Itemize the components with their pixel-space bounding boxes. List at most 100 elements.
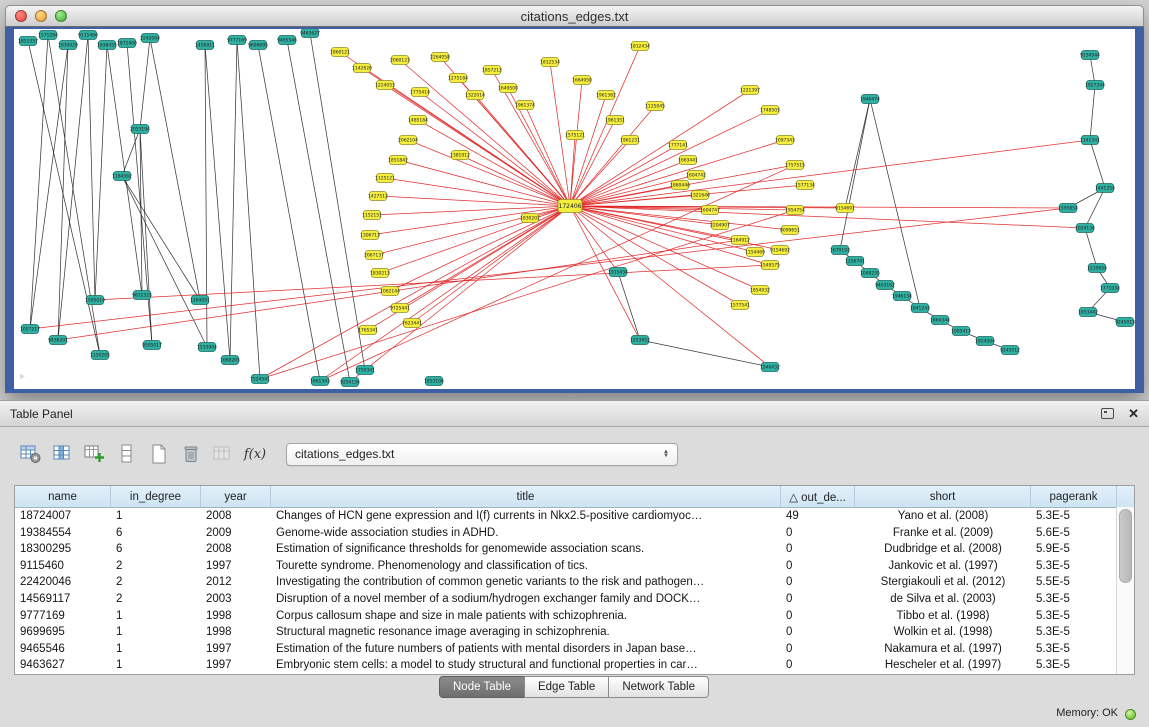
table-cell[interactable]: 5.6E-5: [1031, 525, 1117, 542]
graph-node[interactable]: [832, 246, 849, 255]
graph-node[interactable]: [484, 66, 501, 75]
graph-node[interactable]: [787, 161, 804, 170]
table-row[interactable]: 1872400712008Changes of HCN gene express…: [15, 508, 1134, 525]
graph-node[interactable]: [142, 34, 159, 43]
table-cell[interactable]: 9115460: [15, 558, 111, 575]
table-cell[interactable]: 1: [111, 624, 201, 641]
graph-node[interactable]: [787, 206, 804, 215]
table-cell[interactable]: 5.3E-5: [1031, 558, 1117, 575]
graph-node[interactable]: [1060, 204, 1077, 213]
table-cell[interactable]: 2: [111, 558, 201, 575]
graph-node[interactable]: [632, 336, 649, 345]
graph-node[interactable]: [1082, 51, 1099, 60]
graph-node[interactable]: [362, 231, 379, 240]
graph-node[interactable]: [87, 296, 104, 305]
graph-node[interactable]: [450, 74, 467, 83]
graph-node[interactable]: [60, 41, 77, 50]
table-cell[interactable]: 18724007: [15, 508, 111, 525]
table-cell[interactable]: Wolkin et al. (1998): [855, 624, 1031, 641]
graph-node[interactable]: [1097, 184, 1114, 193]
table-cell[interactable]: 1: [111, 641, 201, 658]
graph-node[interactable]: [432, 53, 449, 62]
minimize-button[interactable]: [35, 10, 47, 22]
column-header-pagerank[interactable]: pagerank: [1031, 486, 1117, 507]
table-cell[interactable]: 2009: [201, 525, 271, 542]
graph-node[interactable]: [680, 156, 697, 165]
table-cell[interactable]: Changes of HCN gene expression and I(f) …: [271, 508, 781, 525]
graph-node[interactable]: [404, 319, 421, 328]
graph-node[interactable]: [40, 31, 57, 40]
graph-node[interactable]: [312, 377, 329, 386]
tab-edge-table[interactable]: Edge Table: [524, 676, 609, 698]
table-cell[interactable]: 5.3E-5: [1031, 657, 1117, 674]
table-cell[interactable]: 0: [781, 558, 855, 575]
graph-node[interactable]: [192, 296, 209, 305]
graph-node[interactable]: [610, 268, 627, 277]
graph-node[interactable]: [199, 343, 216, 352]
table-cell[interactable]: Disruption of a novel member of a sodium…: [271, 591, 781, 608]
graph-node[interactable]: [877, 281, 894, 290]
table-cell[interactable]: Estimation of significance thresholds fo…: [271, 541, 781, 558]
graph-node[interactable]: [1002, 346, 1019, 355]
table-cell[interactable]: Tourette syndrome. Phenomenology and cla…: [271, 558, 781, 575]
table-cell[interactable]: 1: [111, 608, 201, 625]
graph-node[interactable]: [672, 181, 689, 190]
graph-node[interactable]: [132, 125, 149, 134]
graph-node[interactable]: [932, 316, 949, 325]
graph-node[interactable]: [80, 31, 97, 40]
table-cell[interactable]: Dudbridge et al. (2008): [855, 541, 1031, 558]
table-cell[interactable]: 5.9E-5: [1031, 541, 1117, 558]
table-cell[interactable]: 9463627: [15, 657, 111, 674]
table-row[interactable]: 969969511998Structural magnetic resonanc…: [15, 624, 1134, 641]
graph-node[interactable]: [114, 172, 131, 181]
graph-node[interactable]: [382, 287, 399, 296]
graph-node[interactable]: [574, 76, 591, 85]
table-cell[interactable]: 5.3E-5: [1031, 508, 1117, 525]
graph-node[interactable]: [250, 41, 267, 50]
table-cell[interactable]: 0: [781, 525, 855, 542]
table-cell[interactable]: Yano et al. (2008): [855, 508, 1031, 525]
graph-node[interactable]: [134, 291, 151, 300]
splitter-handle[interactable]: [565, 394, 579, 399]
column-header-title[interactable]: title: [271, 486, 781, 507]
show-rows-icon[interactable]: [114, 441, 140, 467]
new-table-icon[interactable]: [146, 441, 172, 467]
import-table-icon[interactable]: [210, 441, 236, 467]
table-row[interactable]: 977716911998Corpus callosum shape and si…: [15, 608, 1134, 625]
table-settings-icon[interactable]: [18, 441, 44, 467]
table-cell[interactable]: 22420046: [15, 574, 111, 591]
network-canvas[interactable]: 1851057157128418300299115460193845518724…: [14, 29, 1135, 389]
graph-node[interactable]: [772, 246, 789, 255]
table-cell[interactable]: 2: [111, 574, 201, 591]
graph-node[interactable]: [360, 326, 377, 335]
network-view[interactable]: 1851057157128418300299115460193845518724…: [5, 27, 1144, 393]
table-cell[interactable]: 9777169: [15, 608, 111, 625]
graph-node[interactable]: [229, 36, 246, 45]
graph-node[interactable]: [632, 42, 649, 51]
graph-node[interactable]: [622, 136, 639, 145]
table-cell[interactable]: 1997: [201, 657, 271, 674]
graph-node[interactable]: [377, 174, 394, 183]
column-header-name[interactable]: name: [15, 486, 111, 507]
table-cell[interactable]: 1998: [201, 624, 271, 641]
window-titlebar[interactable]: citations_edges.txt: [5, 5, 1144, 27]
column-header-in_degree[interactable]: in_degree: [111, 486, 201, 507]
graph-node[interactable]: [500, 84, 517, 93]
table-cell[interactable]: 5.5E-5: [1031, 574, 1117, 591]
table-cell[interactable]: Nakamura et al. (1997): [855, 641, 1031, 658]
graph-node[interactable]: [1082, 136, 1099, 145]
graph-node[interactable]: [752, 286, 769, 295]
graph-node[interactable]: [847, 257, 864, 266]
table-cell[interactable]: Tibbo et al. (1998): [855, 608, 1031, 625]
graph-node[interactable]: [542, 58, 559, 67]
delete-table-icon[interactable]: [178, 441, 204, 467]
table-cell[interactable]: 2: [111, 591, 201, 608]
graph-node[interactable]: [517, 101, 534, 110]
graph-node[interactable]: [22, 325, 39, 334]
graph-node[interactable]: [20, 37, 37, 46]
graph-node[interactable]: [1080, 308, 1097, 317]
table-cell[interactable]: 9699695: [15, 624, 111, 641]
graph-node[interactable]: [732, 301, 749, 310]
table-cell[interactable]: 5.3E-5: [1031, 641, 1117, 658]
graph-node[interactable]: [370, 192, 387, 201]
